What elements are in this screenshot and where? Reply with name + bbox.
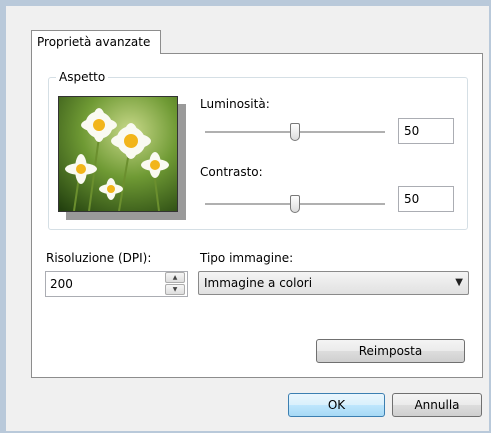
- chevron-down-icon: ▼: [455, 277, 463, 288]
- window-frame-top: [0, 0, 491, 6]
- spinner-up-icon[interactable]: ▲: [165, 272, 185, 283]
- contrast-value-field[interactable]: 50: [398, 186, 454, 212]
- resolution-spinner[interactable]: ▲ ▼: [163, 272, 187, 296]
- ok-button[interactable]: OK: [288, 393, 385, 417]
- image-type-select[interactable]: Immagine a colori ▼: [198, 271, 469, 295]
- window-frame-left: [0, 0, 6, 433]
- contrast-label: Contrasto:: [200, 165, 263, 179]
- image-type-selected: Immagine a colori: [204, 276, 313, 290]
- contrast-slider-thumb[interactable]: [290, 195, 300, 213]
- preview-image: [58, 96, 178, 212]
- preview-flowers-picture: [59, 97, 177, 211]
- appearance-groupbox-title: Aspetto: [56, 69, 109, 85]
- brightness-value-field[interactable]: 50: [398, 118, 454, 144]
- brightness-label: Luminosità:: [200, 97, 270, 111]
- cancel-button[interactable]: Annulla: [392, 393, 482, 417]
- reset-button[interactable]: Reimposta: [316, 339, 465, 363]
- tab-advanced-properties[interactable]: Proprietà avanzate: [31, 30, 161, 54]
- image-type-label: Tipo immagine:: [200, 251, 294, 265]
- tab-label: Proprietà avanzate: [37, 35, 151, 49]
- resolution-label: Risoluzione (DPI):: [46, 251, 152, 265]
- spinner-down-icon[interactable]: ▼: [165, 284, 185, 295]
- brightness-slider-thumb[interactable]: [290, 123, 300, 141]
